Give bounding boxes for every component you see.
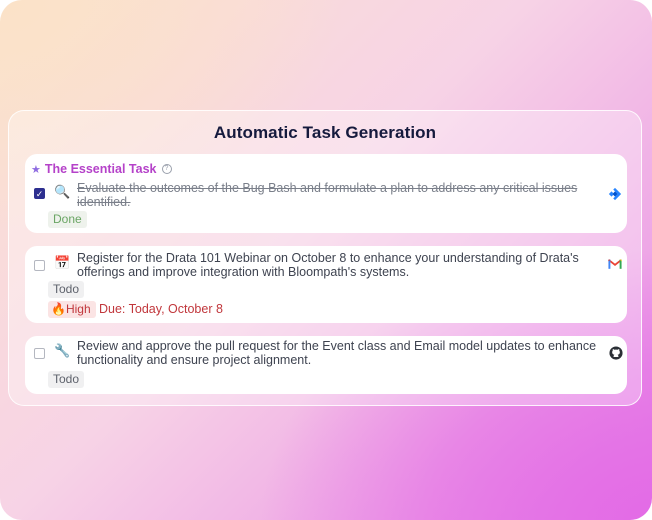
status-badge[interactable]: Done [48,211,87,228]
fire-icon: 🔥 [51,302,66,316]
priority-badge[interactable]: 🔥High [48,301,96,318]
task-checkbox[interactable] [34,260,45,271]
task-text: Register for the Drata 101 Webinar on Oc… [77,251,579,279]
essential-task-title: The Essential Task [44,162,157,176]
task-text: Evaluate the outcomes of the Bug Bash an… [77,181,578,209]
task-card: 🔧 Review and approve the pull request fo… [25,336,627,394]
task-text: Review and approve the pull request for … [77,339,597,367]
calendar-icon: 📅 [54,255,71,270]
star-icon: ★ [31,163,41,176]
task-checkbox[interactable] [34,348,45,359]
jira-icon[interactable] [608,187,622,201]
github-icon[interactable] [609,346,623,360]
task-card: 📅 Register for the Drata 101 Webinar on … [25,246,627,323]
task-checkbox[interactable]: ✓ [34,188,45,199]
priority-label: High [65,302,91,316]
due-date: Due: Today, October 8 [99,302,223,316]
info-icon[interactable]: ? [161,164,172,174]
status-badge[interactable]: Todo [48,281,85,298]
panel-title: Automatic Task Generation [213,123,437,142]
task-card-essential: ★ The Essential Task ? ✓ 🔍 Evaluate the … [25,154,627,233]
task-generation-panel: Automatic Task Generation ★ The Essentia… [8,110,642,406]
magnifier-icon: 🔍 [54,184,71,199]
wrench-icon: 🔧 [54,343,71,358]
essential-task-header: ★ The Essential Task ? [31,162,172,176]
status-badge[interactable]: Todo [48,371,85,388]
gmail-icon[interactable] [608,257,622,271]
